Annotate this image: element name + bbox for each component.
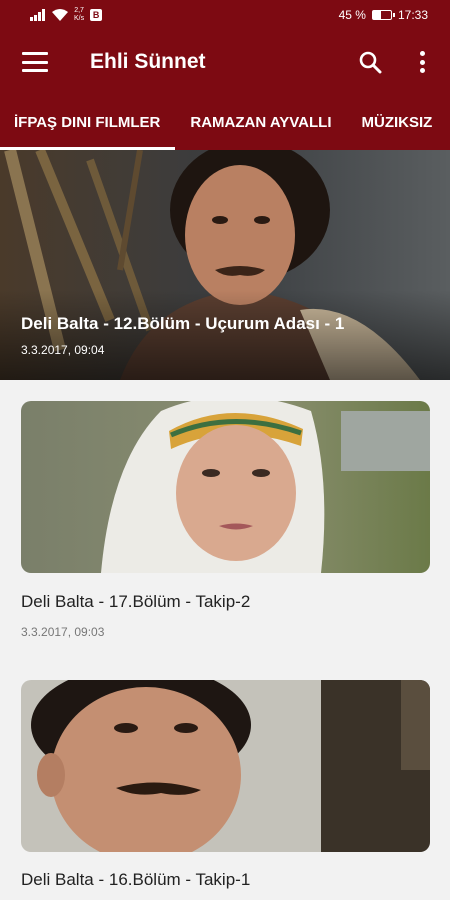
more-vert-icon[interactable] bbox=[418, 51, 426, 73]
featured-date: 3.3.2017, 09:04 bbox=[21, 343, 105, 357]
video-thumbnail[interactable] bbox=[21, 401, 430, 573]
status-bar: 2,7 K/s B 45 % 17:33 bbox=[0, 0, 450, 30]
notification-b-icon: B bbox=[90, 9, 103, 21]
video-title[interactable]: Deli Balta - 17.Bölüm - Takip-2 bbox=[21, 592, 250, 612]
app-bar: Ehli Sünnet bbox=[0, 30, 450, 94]
app-title: Ehli Sünnet bbox=[90, 50, 206, 73]
video-title[interactable]: Deli Balta - 16.Bölüm - Takip-1 bbox=[21, 870, 250, 890]
status-time: 17:33 bbox=[397, 8, 428, 22]
menu-icon[interactable] bbox=[22, 52, 48, 72]
tab-ramazan-ayvalli[interactable]: RAMAZAN AYVALLI bbox=[175, 94, 346, 150]
featured-video[interactable]: Deli Balta - 12.Bölüm - Uçurum Adası - 1… bbox=[0, 150, 450, 380]
tab-ifpas-dini-filmler[interactable]: İFPAŞ DINI FILMLER bbox=[0, 94, 176, 150]
featured-title: Deli Balta - 12.Bölüm - Uçurum Adası - 1 bbox=[21, 314, 345, 333]
battery-icon bbox=[371, 10, 395, 20]
category-tabs: İFPAŞ DINI FILMLER RAMAZAN AYVALLI MÜZIK… bbox=[0, 94, 450, 150]
tab-muziksiz[interactable]: MÜZIKSIZ bbox=[347, 94, 448, 150]
video-thumbnail[interactable] bbox=[21, 680, 430, 852]
wifi-icon bbox=[52, 9, 68, 21]
battery-percent: 45 % bbox=[338, 8, 366, 22]
network-speed: 2,7 K/s bbox=[74, 7, 85, 22]
video-date: 3.3.2017, 09:03 bbox=[21, 625, 105, 639]
search-icon[interactable] bbox=[358, 50, 382, 74]
signal-icon bbox=[30, 9, 45, 21]
